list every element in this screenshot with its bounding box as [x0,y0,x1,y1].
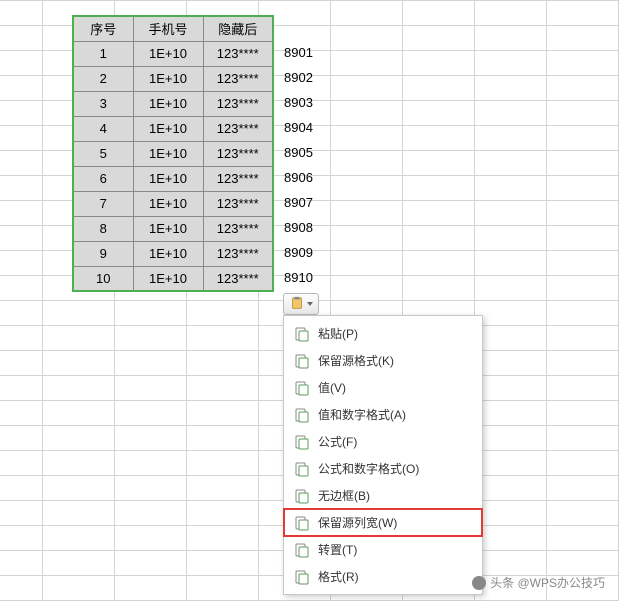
overflow-cell[interactable]: 8905 [282,140,313,165]
cell-seq[interactable]: 1 [73,41,133,66]
data-table: 序号 手机号 隐藏后 11E+10123****21E+10123****31E… [72,15,274,292]
menu-item-5[interactable]: 公式和数字格式(O) [284,455,482,482]
menu-item-label: 保留源格式(K) [318,352,394,369]
paste-options-menu: 粘贴(P) 保留源格式(K) 值(V) 值和数字格式(A) 公式(F) 公式和数字格式(O… [283,315,483,595]
cell-phone[interactable]: 1E+10 [133,216,203,241]
overflow-cell[interactable]: 8910 [282,265,313,290]
menu-item-label: 公式(F) [318,433,357,450]
paste-options-button[interactable] [283,293,319,315]
menu-item-label: 公式和数字格式(O) [318,460,419,477]
menu-item-label: 格式(R) [318,568,359,585]
menu-item-label: 值(V) [318,379,346,396]
chevron-down-icon [307,302,313,306]
overflow-cell[interactable]: 8904 [282,115,313,140]
clipboard-format-icon [294,353,310,369]
cell-hidden[interactable]: 123**** [203,166,273,191]
cell-seq[interactable]: 10 [73,266,133,291]
cell-seq[interactable]: 7 [73,191,133,216]
table-row: 51E+10123**** [73,141,273,166]
cell-seq[interactable]: 3 [73,91,133,116]
cell-phone[interactable]: 1E+10 [133,191,203,216]
table-row: 81E+10123**** [73,216,273,241]
cell-hidden[interactable]: 123**** [203,91,273,116]
cell-phone[interactable]: 1E+10 [133,266,203,291]
cell-hidden[interactable]: 123**** [203,141,273,166]
watermark: 头条 @WPS办公技巧 [472,574,605,591]
cell-phone[interactable]: 1E+10 [133,91,203,116]
cell-seq[interactable]: 9 [73,241,133,266]
clipboard-formula-num-icon [294,461,310,477]
menu-item-6[interactable]: 无边框(B) [284,482,482,509]
cell-seq[interactable]: 5 [73,141,133,166]
overflow-cell[interactable]: 8901 [282,40,313,65]
menu-item-2[interactable]: 值(V) [284,374,482,401]
cell-phone[interactable]: 1E+10 [133,241,203,266]
cell-seq[interactable]: 2 [73,66,133,91]
overflow-column: 8901890289038904890589068907890889098910 [282,40,313,290]
clipboard-value-icon [294,380,310,396]
cell-hidden[interactable]: 123**** [203,241,273,266]
cell-seq[interactable]: 4 [73,116,133,141]
overflow-cell[interactable]: 8902 [282,65,313,90]
cell-hidden[interactable]: 123**** [203,216,273,241]
menu-item-8[interactable]: 转置(T) [284,536,482,563]
clipboard-transpose-icon [294,542,310,558]
cell-phone[interactable]: 1E+10 [133,41,203,66]
table-body: 11E+10123****21E+10123****31E+10123****4… [73,41,273,291]
clipboard-icon [290,296,304,313]
table-row: 61E+10123**** [73,166,273,191]
menu-item-1[interactable]: 保留源格式(K) [284,347,482,374]
clipboard-style-icon [294,569,310,585]
overflow-cell[interactable]: 8909 [282,240,313,265]
menu-item-4[interactable]: 公式(F) [284,428,482,455]
cell-seq[interactable]: 8 [73,216,133,241]
table-row: 101E+10123**** [73,266,273,291]
table-row: 91E+10123**** [73,241,273,266]
watermark-text: 头条 @WPS办公技巧 [490,574,605,591]
clipboard-icon [294,326,310,342]
clipboard-formula-icon [294,434,310,450]
header-phone[interactable]: 手机号 [133,16,203,41]
header-hidden[interactable]: 隐藏后 [203,16,273,41]
menu-item-label: 值和数字格式(A) [318,406,406,423]
menu-item-7[interactable]: 保留源列宽(W) [284,509,482,536]
table-row: 11E+10123**** [73,41,273,66]
menu-item-label: 粘贴(P) [318,325,358,342]
overflow-cell[interactable]: 8907 [282,190,313,215]
clipboard-noborder-icon [294,488,310,504]
cell-phone[interactable]: 1E+10 [133,166,203,191]
cell-seq[interactable]: 6 [73,166,133,191]
overflow-cell[interactable]: 8906 [282,165,313,190]
overflow-cell[interactable]: 8903 [282,90,313,115]
table-header-row: 序号 手机号 隐藏后 [73,16,273,41]
table-row: 21E+10123**** [73,66,273,91]
table-row: 71E+10123**** [73,191,273,216]
cell-hidden[interactable]: 123**** [203,266,273,291]
cell-phone[interactable]: 1E+10 [133,66,203,91]
cell-hidden[interactable]: 123**** [203,116,273,141]
clipboard-colwidth-icon [294,515,310,531]
menu-item-label: 保留源列宽(W) [318,514,397,531]
cell-hidden[interactable]: 123**** [203,66,273,91]
menu-item-0[interactable]: 粘贴(P) [284,320,482,347]
menu-item-3[interactable]: 值和数字格式(A) [284,401,482,428]
table-row: 31E+10123**** [73,91,273,116]
cell-hidden[interactable]: 123**** [203,41,273,66]
menu-item-label: 转置(T) [318,541,357,558]
logo-icon [472,576,486,590]
cell-phone[interactable]: 1E+10 [133,116,203,141]
table-row: 41E+10123**** [73,116,273,141]
cell-hidden[interactable]: 123**** [203,191,273,216]
clipboard-value-num-icon [294,407,310,423]
menu-item-label: 无边框(B) [318,487,370,504]
cell-phone[interactable]: 1E+10 [133,141,203,166]
header-seq[interactable]: 序号 [73,16,133,41]
menu-item-9[interactable]: 格式(R) [284,563,482,590]
overflow-cell[interactable]: 8908 [282,215,313,240]
